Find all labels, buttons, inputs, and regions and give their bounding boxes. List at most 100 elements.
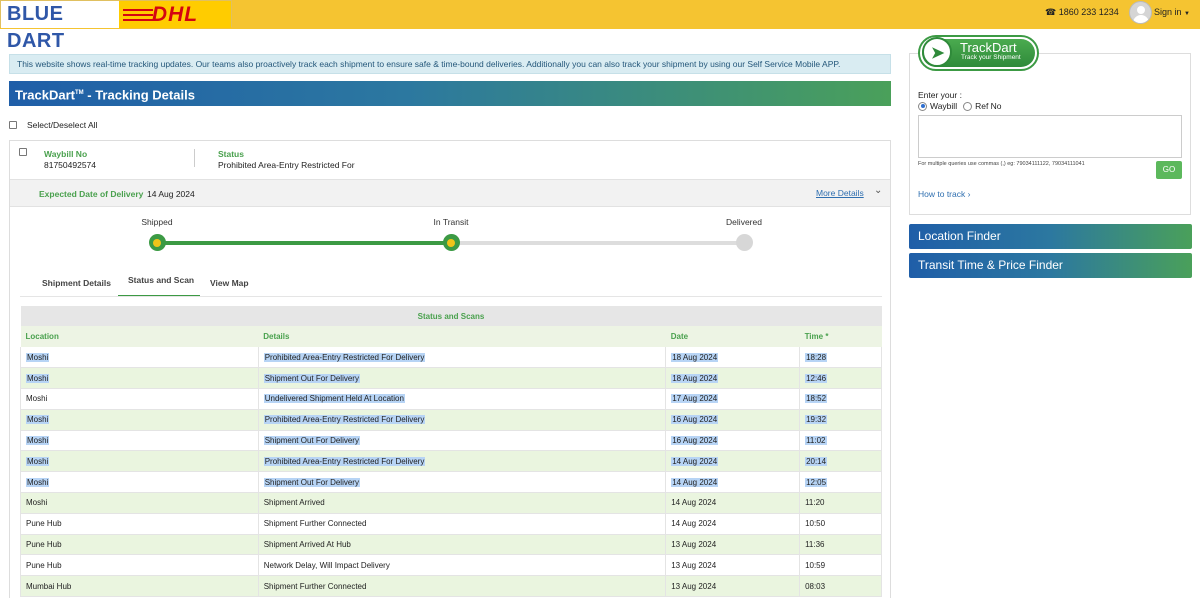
avatar-head (1137, 6, 1145, 14)
select-all-label: Select/Deselect All (27, 120, 98, 130)
status-label: Status (218, 149, 244, 159)
cell-text: Shipment Out For Delivery (263, 436, 360, 446)
enter-label: Enter your : (918, 90, 962, 100)
cell-location: Pune Hub (20, 534, 259, 556)
location-finder-button[interactable]: Location Finder (909, 224, 1192, 249)
expected-delivery-bar: Expected Date of Delivery 14 Aug 2024 Mo… (10, 179, 890, 207)
cell-details: Network Delay, Will Impact Delivery (258, 554, 667, 577)
expected-delivery-label: Expected Date of Delivery (39, 189, 144, 199)
cell-location: Moshi (20, 430, 259, 452)
phone-number[interactable]: ☎ 1860 233 1234 (1045, 7, 1119, 18)
cell-location: Moshi (20, 450, 259, 473)
radio-ref-no[interactable] (963, 101, 973, 111)
radio-waybill-label[interactable]: Waybill (930, 101, 957, 111)
cell-location: Moshi (20, 367, 259, 390)
cell-time: 20:14 (799, 450, 882, 473)
cell-text: Shipment Further Connected (263, 519, 367, 529)
step-dot-delivered (735, 234, 753, 251)
transit-time-price-finder-button[interactable]: Transit Time & Price Finder (909, 253, 1192, 278)
cell-details: Shipment Out For Delivery (258, 471, 667, 494)
tab-shipment-details[interactable]: Shipment Details (42, 278, 111, 288)
step-dot-shipped (148, 234, 166, 251)
chevron-down-icon[interactable]: ⌄ (874, 185, 882, 196)
select-all[interactable]: Select/Deselect All (9, 120, 97, 130)
how-to-track-link[interactable]: How to track › (918, 189, 970, 199)
step-label-shipped: Shipped (141, 217, 173, 227)
tab-status-and-scan[interactable]: Status and Scan (128, 275, 194, 285)
table-row: Moshi Prohibited Area-Entry Restricted Fo… (20, 347, 882, 369)
cell-text: Shipment Further Connected (263, 581, 367, 591)
cell-details: Shipment Arrived (258, 492, 667, 514)
cell-text: Undelivered Shipment Held At Location (263, 394, 405, 404)
cell-text: 14 Aug 2024 (671, 477, 719, 487)
how-to-track-label: How to track (918, 189, 966, 199)
cell-text: 08:03 (805, 581, 826, 591)
cell-text: 10:50 (805, 519, 826, 529)
waybill-label: Waybill No (44, 149, 88, 159)
tab-view-map[interactable]: View Map (210, 278, 249, 288)
cell-text: Prohibited Area-Entry Restricted For Del… (263, 456, 426, 466)
more-details-link[interactable]: More Details (816, 188, 864, 198)
cell-location: Moshi (20, 471, 259, 494)
cell-details: Shipment Out For Delivery (258, 367, 667, 390)
dhl-stripe (123, 14, 153, 16)
signin-menu[interactable]: Sign in ▼ (1154, 7, 1190, 17)
dhl-stripe (123, 19, 153, 21)
avatar-icon[interactable] (1129, 1, 1152, 24)
cell-date: 18 Aug 2024 (665, 367, 801, 390)
cell-text: Mumbai Hub (26, 581, 72, 591)
cell-text: 18:52 (805, 394, 828, 404)
select-all-checkbox[interactable] (9, 121, 17, 129)
phone-text: 1860 233 1234 (1058, 7, 1119, 17)
cell-time: 19:32 (799, 409, 882, 431)
divider (194, 149, 195, 167)
cell-time: 12:05 (799, 471, 882, 494)
table-row: Mumbai Hub Shipment Further Connected 13 A… (20, 575, 882, 598)
cell-text: Moshi (26, 394, 48, 404)
step-label-in-transit: In Transit (433, 217, 469, 227)
table-row: Pune Hub Shipment Arrived At Hub 13 Aug 20… (20, 534, 882, 556)
shipment-card: Waybill No 81750492574 Status Prohibited… (9, 140, 891, 598)
cell-text: 17 Aug 2024 (671, 394, 719, 404)
cell-text: 11:02 (805, 436, 827, 446)
cell-date: 13 Aug 2024 (665, 575, 801, 598)
cell-text: 12:05 (805, 477, 828, 487)
cell-text: Shipment Out For Delivery (263, 373, 360, 383)
cell-details: Shipment Arrived At Hub (258, 534, 667, 556)
radio-waybill[interactable] (918, 101, 927, 111)
shipment-checkbox[interactable] (19, 148, 27, 156)
waybill-value: 81750492574 (44, 160, 97, 170)
waybill-input[interactable] (918, 115, 1182, 158)
cell-text: Shipment Out For Delivery (263, 477, 360, 487)
cell-date: 13 Aug 2024 (665, 534, 801, 556)
top-header: BLUE DART DHL ☎ 1860 233 1234 Sign in ▼ (0, 0, 1200, 52)
cell-date: 14 Aug 2024 (665, 471, 801, 494)
cell-text: 13 Aug 2024 (671, 560, 717, 570)
table-row: Moshi Shipment Out For Delivery 18 Aug 202… (20, 367, 882, 390)
scans-header-row: Location Details Date Time * (20, 326, 882, 347)
cell-text: 13 Aug 2024 (671, 581, 717, 591)
cell-date: 17 Aug 2024 (665, 388, 801, 410)
expected-delivery-value: 14 Aug 2024 (147, 189, 195, 199)
table-row: Moshi Undelivered Shipment Held At Locati… (20, 388, 882, 410)
cell-text: 20:14 (805, 456, 828, 466)
phone-icon: ☎ (1045, 7, 1057, 17)
cell-text: 19:32 (805, 415, 828, 425)
cell-date: 16 Aug 2024 (665, 430, 801, 452)
cell-text: Moshi (26, 477, 50, 487)
table-row: Moshi Shipment Arrived 14 Aug 2024 11:20 (20, 492, 882, 514)
cell-details: Prohibited Area-Entry Restricted For Del… (258, 450, 667, 473)
bluedart-dhl-logo[interactable]: BLUE DART DHL (0, 0, 232, 52)
cell-time: 11:02 (799, 430, 882, 452)
cell-text: Pune Hub (26, 540, 62, 550)
cell-date: 16 Aug 2024 (665, 409, 801, 431)
title-main: TrackDart (15, 87, 75, 103)
cell-text: Shipment Arrived (263, 498, 325, 508)
col-header-details: Details (258, 326, 666, 347)
cell-text: Moshi (26, 352, 50, 362)
scans-caption: Status and Scans (20, 306, 882, 326)
cell-details: Undelivered Shipment Held At Location (258, 388, 667, 410)
radio-ref-no-label[interactable]: Ref No (975, 101, 1001, 111)
go-button[interactable]: GO (1156, 161, 1182, 179)
trackdart-logo-sub: Track your Shipment (961, 54, 1021, 61)
